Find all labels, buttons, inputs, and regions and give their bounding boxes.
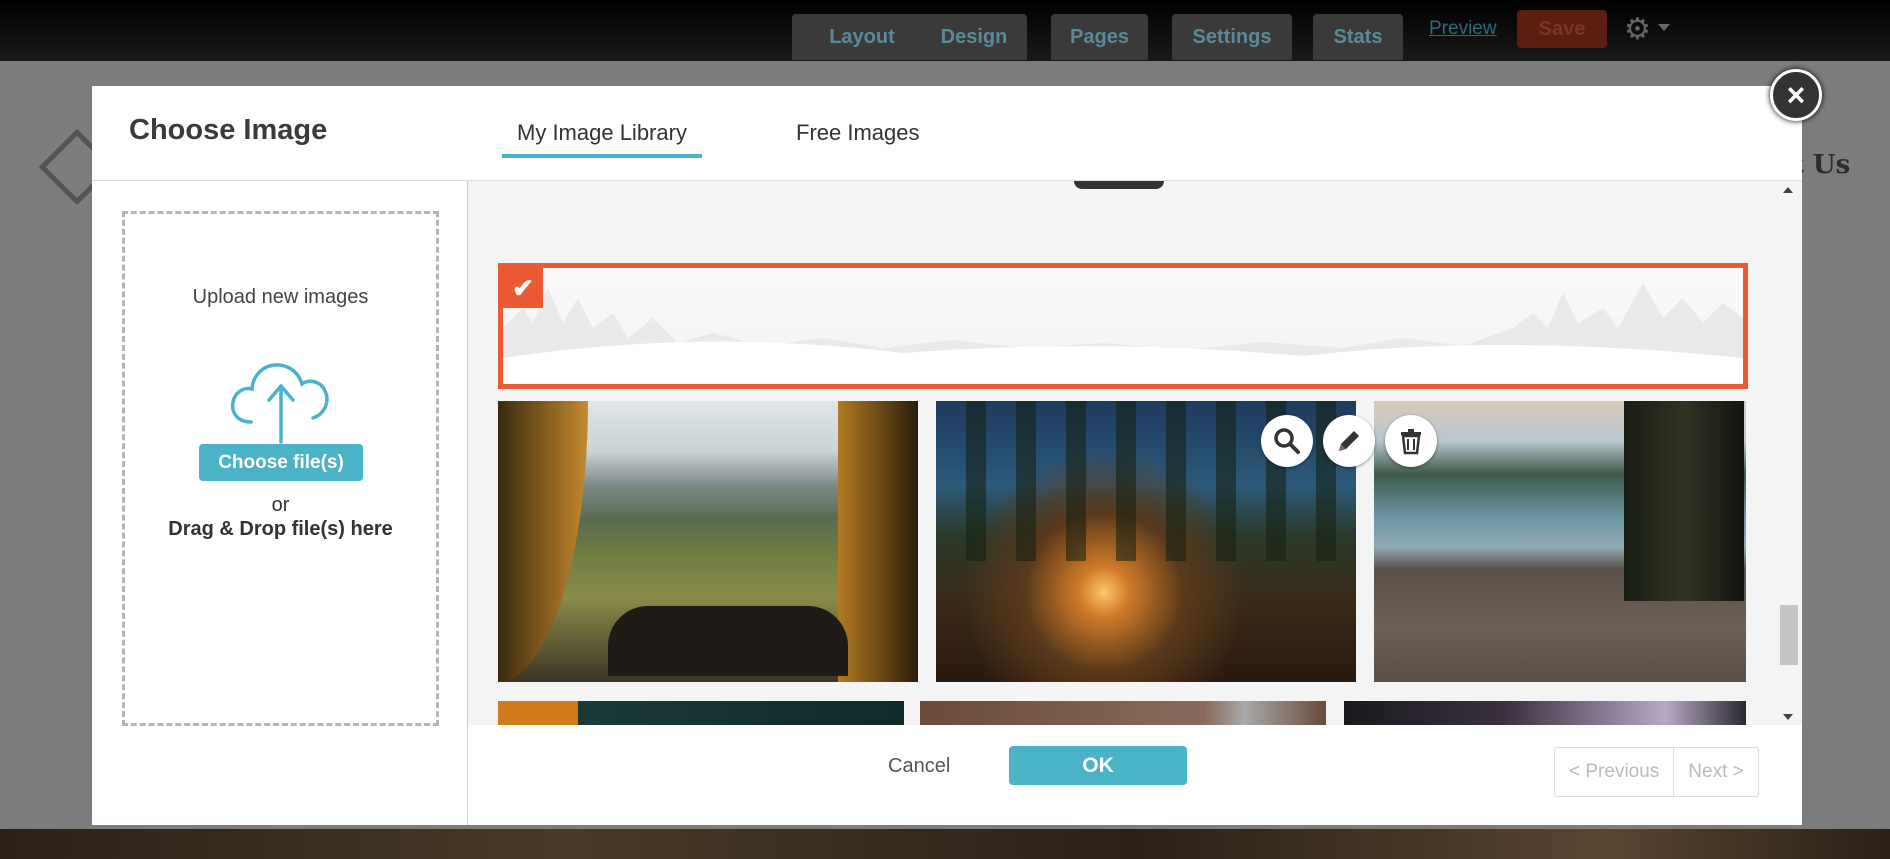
close-icon[interactable]: × — [1770, 69, 1822, 121]
gallery-image-partial[interactable] — [1074, 181, 1164, 189]
forest-silhouette-image — [503, 283, 1743, 384]
cloud-upload-icon — [230, 363, 329, 444]
upload-panel: Upload new images Choose file(s) or Drag… — [92, 181, 468, 825]
pagination: < Previous Next > — [1554, 747, 1759, 797]
settings-button[interactable]: Settings — [1172, 14, 1292, 60]
stats-button[interactable]: Stats — [1313, 14, 1403, 60]
upload-label: Upload new images — [192, 286, 369, 308]
gallery-scrollbar[interactable] — [1778, 187, 1800, 720]
gallery-image-partial[interactable] — [498, 701, 904, 725]
design-button[interactable]: Design — [921, 14, 1027, 60]
editor-topbar: Layout Design Pages Settings Stats Previ… — [0, 0, 1890, 61]
cancel-button[interactable]: Cancel — [888, 755, 950, 778]
gallery-image-partial[interactable] — [920, 701, 1326, 725]
or-text: or — [271, 494, 290, 516]
image-tools — [1261, 415, 1437, 467]
upload-dropzone[interactable]: Upload new images Choose file(s) or Drag… — [122, 211, 439, 726]
scroll-down-arrow-icon[interactable] — [1783, 714, 1793, 720]
dialog-footer: Cancel OK < Previous Next > — [468, 726, 1802, 825]
gear-icon[interactable]: ⚙ — [1624, 12, 1651, 47]
tab-my-image-library[interactable]: My Image Library — [517, 120, 687, 146]
save-button[interactable]: Save — [1517, 10, 1607, 48]
chevron-down-icon[interactable] — [1658, 24, 1670, 31]
choose-image-dialog: Choose Image My Image Library Free Image… — [92, 86, 1802, 825]
active-tab-indicator — [502, 154, 702, 158]
preview-link[interactable]: Preview — [1429, 18, 1497, 40]
tab-free-images[interactable]: Free Images — [796, 120, 920, 146]
next-page-button[interactable]: Next > — [1673, 748, 1757, 796]
pages-button[interactable]: Pages — [1051, 14, 1148, 60]
dialog-header: Choose Image My Image Library Free Image… — [92, 86, 1802, 181]
layout-button[interactable]: Layout — [792, 14, 932, 60]
trash-icon[interactable] — [1385, 415, 1437, 467]
dialog-title: Choose Image — [129, 114, 328, 146]
choose-files-button[interactable]: Choose file(s) — [199, 444, 363, 481]
previous-page-button[interactable]: < Previous — [1555, 748, 1673, 796]
selected-check-icon: ✔ — [503, 268, 543, 308]
ok-button[interactable]: OK — [1009, 746, 1187, 785]
pencil-icon[interactable] — [1323, 415, 1375, 467]
scrollbar-thumb[interactable] — [1780, 605, 1798, 665]
search-icon[interactable] — [1261, 415, 1313, 467]
drag-drop-text: Drag & Drop file(s) here — [168, 518, 393, 540]
image-gallery: ✔ — [468, 181, 1802, 725]
scroll-up-arrow-icon[interactable] — [1783, 187, 1793, 193]
site-hero-strip — [0, 829, 1890, 859]
gallery-image-partial[interactable] — [1344, 701, 1746, 725]
gallery-image-selected[interactable]: ✔ — [498, 263, 1748, 389]
gallery-image-tent-mountains[interactable] — [498, 401, 918, 682]
